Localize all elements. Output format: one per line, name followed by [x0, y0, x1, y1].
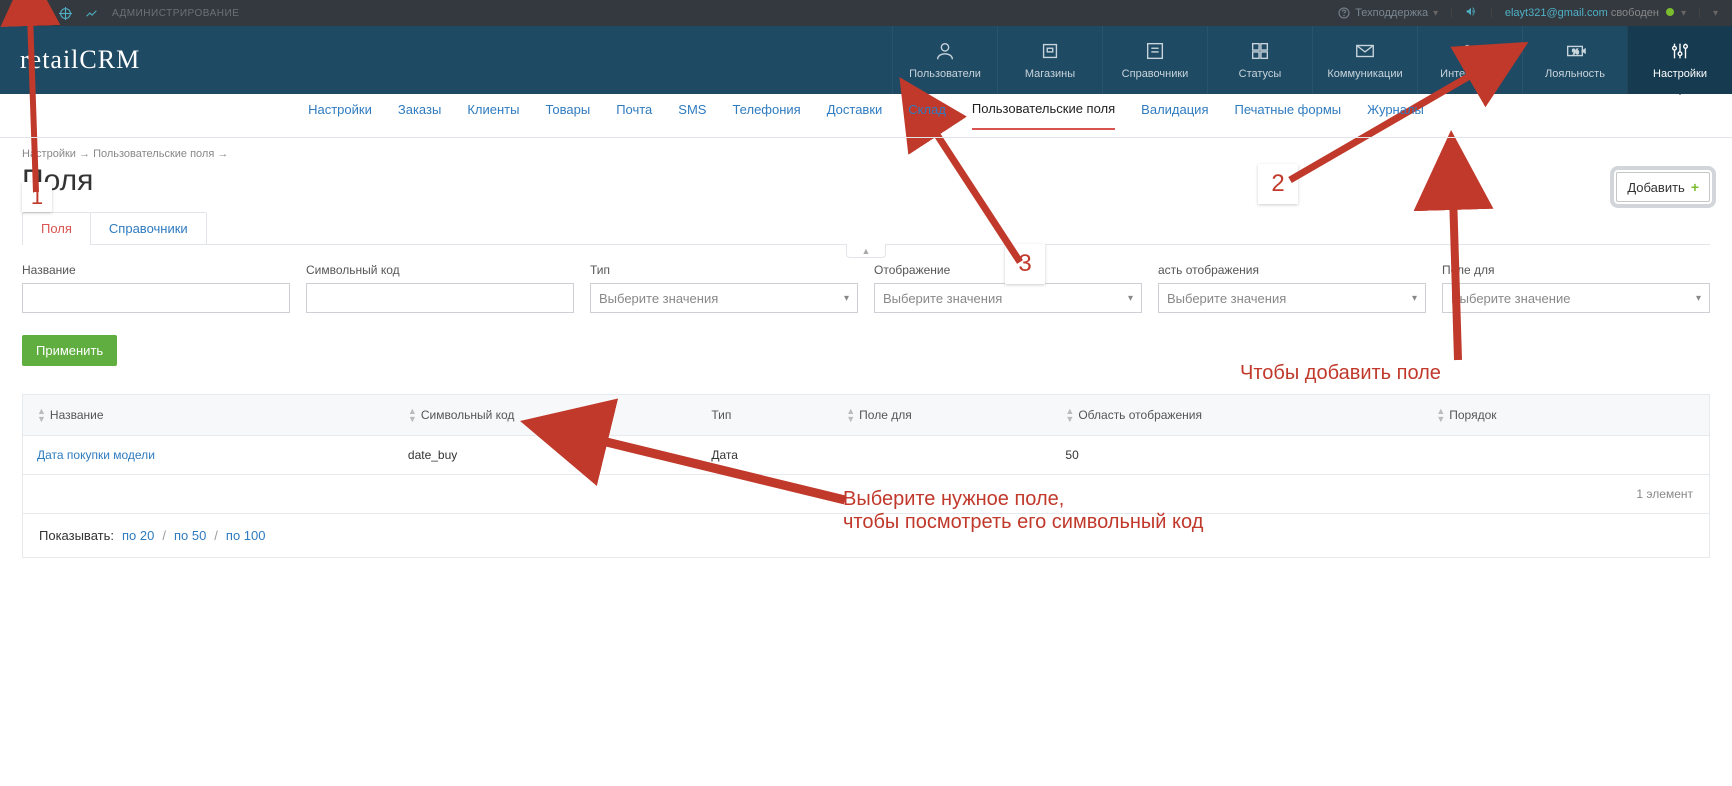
cell-type: Дата — [697, 436, 832, 474]
gear-icon[interactable] — [0, 0, 26, 26]
subnav-validation[interactable]: Валидация — [1141, 102, 1208, 129]
cell-code: date_buy — [394, 436, 697, 474]
nav-stores[interactable]: Магазины — [997, 26, 1102, 94]
sliders-icon — [1459, 40, 1481, 62]
filters-row: Название Символьный код Тип Выберите зна… — [22, 263, 1710, 313]
user-icon — [934, 40, 956, 62]
grid-icon — [1249, 40, 1271, 62]
target-icon[interactable] — [52, 0, 78, 26]
subnav-settings[interactable]: Настройки — [308, 102, 372, 129]
tune-icon — [1669, 40, 1691, 62]
pager-50[interactable]: по 50 — [174, 528, 206, 543]
support-link[interactable]: Техподдержка ▾ — [1338, 7, 1438, 19]
filter-display-select[interactable]: Выберите значения — [874, 283, 1142, 313]
cell-disp: 50 — [1051, 436, 1422, 474]
filter-name-label: Название — [22, 263, 290, 277]
nav-comms[interactable]: Коммуникации — [1312, 26, 1417, 94]
top-bar: АДМИНИСТРИРОВАНИЕ Техподдержка ▾ | | ela… — [0, 0, 1732, 26]
main-header: retailCRM Пользователи Магазины Справочн… — [0, 26, 1732, 94]
cell-name[interactable]: Дата покупки модели — [23, 436, 394, 474]
filter-for-select[interactable]: Выберите значение — [1442, 283, 1710, 313]
cart-icon[interactable] — [26, 0, 52, 26]
sort-icon[interactable]: ▲▼ — [846, 407, 855, 423]
tab-refs[interactable]: Справочники — [90, 212, 207, 244]
filter-type-label: Тип — [590, 263, 858, 277]
breadcrumb: Настройки → Пользовательские поля → — [22, 148, 1710, 160]
megaphone-icon[interactable] — [1465, 5, 1478, 21]
pager-100[interactable]: по 100 — [226, 528, 266, 543]
sub-nav: Настройки Заказы Клиенты Товары Почта SM… — [0, 94, 1732, 138]
table-row[interactable]: Дата покупки модели date_buy Дата 50 — [23, 436, 1709, 475]
store-icon — [1039, 40, 1061, 62]
subnav-custom-fields[interactable]: Пользовательские поля — [972, 101, 1115, 130]
content-area: Настройки → Пользовательские поля → Поля… — [0, 138, 1732, 598]
breadcrumb-l2[interactable]: Пользовательские поля — [93, 148, 214, 160]
mail-icon — [1354, 40, 1376, 62]
list-icon — [1144, 40, 1166, 62]
status-dot-icon — [1666, 8, 1674, 16]
filter-for-label: Поле для — [1442, 263, 1710, 277]
subnav-mail[interactable]: Почта — [616, 102, 652, 129]
page-title: Поля — [22, 164, 93, 198]
filter-display-label: Отображение — [874, 263, 1142, 277]
sort-icon[interactable]: ▲▼ — [1065, 407, 1074, 423]
nav-integration[interactable]: Интеграция — [1417, 26, 1522, 94]
subnav-print-forms[interactable]: Печатные формы — [1234, 102, 1341, 129]
subnav-clients[interactable]: Клиенты — [467, 102, 519, 129]
sort-icon[interactable]: ▲▼ — [408, 407, 417, 423]
cell-for — [832, 436, 1051, 474]
breadcrumb-l1[interactable]: Настройки — [22, 148, 76, 160]
pager-20[interactable]: по 20 — [122, 528, 154, 543]
filter-code-label: Символьный код — [306, 263, 574, 277]
chevron-down-icon[interactable]: ▾ — [1713, 8, 1718, 19]
plus-icon: + — [1691, 179, 1699, 195]
svg-text:%: % — [1572, 47, 1579, 56]
nav-loyalty[interactable]: % Лояльность — [1522, 26, 1627, 94]
subnav-sms[interactable]: SMS — [678, 102, 706, 129]
nav-refs[interactable]: Справочники — [1102, 26, 1207, 94]
apply-button[interactable]: Применить — [22, 335, 117, 366]
table-footer: 1 элемент — [23, 475, 1709, 514]
nav-statuses[interactable]: Статусы — [1207, 26, 1312, 94]
add-button[interactable]: Добавить + — [1616, 172, 1710, 202]
fields-table: ▲▼Название ▲▼Символьный код Тип ▲▼Поле д… — [22, 394, 1710, 558]
collapse-filters-handle[interactable]: ▲ — [846, 244, 886, 258]
tab-fields[interactable]: Поля — [22, 212, 91, 244]
nav-users[interactable]: Пользователи — [892, 26, 997, 94]
cell-order — [1422, 436, 1709, 474]
subnav-orders[interactable]: Заказы — [398, 102, 441, 129]
sort-icon[interactable]: ▲▼ — [1436, 407, 1445, 423]
admin-label: АДМИНИСТРИРОВАНИЕ — [112, 8, 239, 19]
filter-area-label: асть отображения — [1158, 263, 1426, 277]
question-icon — [1338, 7, 1350, 19]
sort-icon[interactable]: ▲▼ — [37, 407, 46, 423]
filter-type-select[interactable]: Выберите значения — [590, 283, 858, 313]
subnav-stock[interactable]: Склад — [908, 102, 946, 129]
chart-icon[interactable] — [78, 0, 104, 26]
subnav-journals[interactable]: Журналы — [1367, 102, 1424, 129]
subnav-delivery[interactable]: Доставки — [827, 102, 883, 129]
filter-name-input[interactable] — [22, 283, 290, 313]
filter-code-input[interactable] — [306, 283, 574, 313]
user-menu[interactable]: elayt321@gmail.com свободен ▾ — [1505, 7, 1686, 19]
filter-area-select[interactable]: Выберите значения — [1158, 283, 1426, 313]
tabs: Поля Справочники — [22, 212, 1710, 245]
pager: Показывать: по 20/ по 50/ по 100 — [23, 514, 1709, 557]
logo[interactable]: retailCRM — [0, 26, 160, 94]
subnav-products[interactable]: Товары — [545, 102, 590, 129]
percent-icon: % — [1564, 40, 1586, 62]
nav-settings[interactable]: Настройки — [1627, 26, 1732, 94]
subnav-telephony[interactable]: Телефония — [732, 102, 800, 129]
